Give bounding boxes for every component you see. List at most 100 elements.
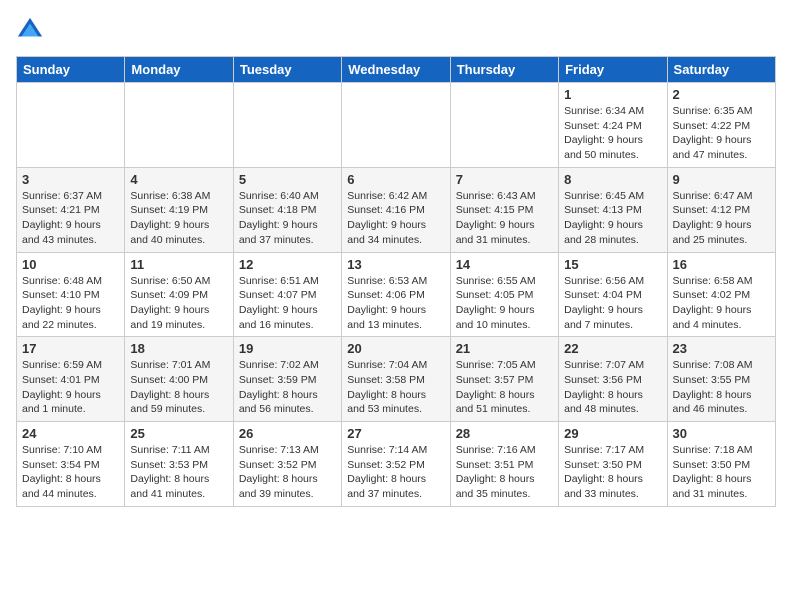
day-info: Sunrise: 6:34 AMSunset: 4:24 PMDaylight:… — [564, 104, 661, 163]
day-info: Sunrise: 6:56 AMSunset: 4:04 PMDaylight:… — [564, 274, 661, 333]
day-cell: 29 Sunrise: 7:17 AMSunset: 3:50 PMDayligh… — [559, 422, 667, 507]
header — [16, 16, 776, 44]
day-cell: 21 Sunrise: 7:05 AMSunset: 3:57 PMDayligh… — [450, 337, 558, 422]
day-number: 13 — [347, 257, 444, 272]
day-number: 22 — [564, 341, 661, 356]
day-cell — [125, 83, 233, 168]
day-info: Sunrise: 6:50 AMSunset: 4:09 PMDaylight:… — [130, 274, 227, 333]
calendar: SundayMondayTuesdayWednesdayThursdayFrid… — [16, 56, 776, 507]
day-cell: 1 Sunrise: 6:34 AMSunset: 4:24 PMDaylight… — [559, 83, 667, 168]
day-info: Sunrise: 6:59 AMSunset: 4:01 PMDaylight:… — [22, 358, 119, 417]
day-cell: 2 Sunrise: 6:35 AMSunset: 4:22 PMDaylight… — [667, 83, 775, 168]
day-info: Sunrise: 6:53 AMSunset: 4:06 PMDaylight:… — [347, 274, 444, 333]
header-tuesday: Tuesday — [233, 57, 341, 83]
day-info: Sunrise: 7:05 AMSunset: 3:57 PMDaylight:… — [456, 358, 553, 417]
day-number: 28 — [456, 426, 553, 441]
day-cell: 16Sunrise: 6:58 AMSunset: 4:02 PMDayligh… — [667, 252, 775, 337]
day-cell: 13 Sunrise: 6:53 AMSunset: 4:06 PMDayligh… — [342, 252, 450, 337]
day-cell: 10 Sunrise: 6:48 AMSunset: 4:10 PMDayligh… — [17, 252, 125, 337]
header-thursday: Thursday — [450, 57, 558, 83]
day-number: 17 — [22, 341, 119, 356]
day-info: Sunrise: 6:40 AMSunset: 4:18 PMDaylight:… — [239, 189, 336, 248]
day-cell: 12 Sunrise: 6:51 AMSunset: 4:07 PMDayligh… — [233, 252, 341, 337]
day-number: 16 — [673, 257, 770, 272]
day-cell: 3Sunrise: 6:37 AMSunset: 4:21 PMDaylight… — [17, 167, 125, 252]
day-cell — [342, 83, 450, 168]
day-info: Sunrise: 6:47 AMSunset: 4:12 PMDaylight:… — [673, 189, 770, 248]
day-cell: 15 Sunrise: 6:56 AMSunset: 4:04 PMDayligh… — [559, 252, 667, 337]
day-number: 1 — [564, 87, 661, 102]
day-number: 2 — [673, 87, 770, 102]
day-number: 21 — [456, 341, 553, 356]
day-info: Sunrise: 6:42 AMSunset: 4:16 PMDaylight:… — [347, 189, 444, 248]
header-friday: Friday — [559, 57, 667, 83]
week-row-2: 10 Sunrise: 6:48 AMSunset: 4:10 PMDayligh… — [17, 252, 776, 337]
week-row-3: 17 Sunrise: 6:59 AMSunset: 4:01 PMDayligh… — [17, 337, 776, 422]
day-cell: 4Sunrise: 6:38 AMSunset: 4:19 PMDaylight… — [125, 167, 233, 252]
day-info: Sunrise: 7:04 AMSunset: 3:58 PMDaylight:… — [347, 358, 444, 417]
day-number: 11 — [130, 257, 227, 272]
day-cell — [233, 83, 341, 168]
day-cell: 17 Sunrise: 6:59 AMSunset: 4:01 PMDayligh… — [17, 337, 125, 422]
day-number: 15 — [564, 257, 661, 272]
day-info: Sunrise: 6:37 AMSunset: 4:21 PMDaylight:… — [22, 189, 119, 248]
day-info: Sunrise: 6:51 AMSunset: 4:07 PMDaylight:… — [239, 274, 336, 333]
day-cell: 23 Sunrise: 7:08 AMSunset: 3:55 PMDayligh… — [667, 337, 775, 422]
day-info: Sunrise: 7:11 AMSunset: 3:53 PMDaylight:… — [130, 443, 227, 502]
day-number: 20 — [347, 341, 444, 356]
day-number: 9 — [673, 172, 770, 187]
day-number: 24 — [22, 426, 119, 441]
logo-icon — [16, 16, 44, 44]
day-cell: 19 Sunrise: 7:02 AMSunset: 3:59 PMDayligh… — [233, 337, 341, 422]
day-number: 4 — [130, 172, 227, 187]
day-number: 30 — [673, 426, 770, 441]
day-info: Sunrise: 7:17 AMSunset: 3:50 PMDaylight:… — [564, 443, 661, 502]
header-sunday: Sunday — [17, 57, 125, 83]
day-number: 8 — [564, 172, 661, 187]
day-info: Sunrise: 6:48 AMSunset: 4:10 PMDaylight:… — [22, 274, 119, 333]
day-info: Sunrise: 6:35 AMSunset: 4:22 PMDaylight:… — [673, 104, 770, 163]
day-info: Sunrise: 6:45 AMSunset: 4:13 PMDaylight:… — [564, 189, 661, 248]
day-info: Sunrise: 7:18 AMSunset: 3:50 PMDaylight:… — [673, 443, 770, 502]
header-saturday: Saturday — [667, 57, 775, 83]
week-row-1: 3Sunrise: 6:37 AMSunset: 4:21 PMDaylight… — [17, 167, 776, 252]
day-cell: 6Sunrise: 6:42 AMSunset: 4:16 PMDaylight… — [342, 167, 450, 252]
day-cell: 30 Sunrise: 7:18 AMSunset: 3:50 PMDayligh… — [667, 422, 775, 507]
day-info: Sunrise: 7:08 AMSunset: 3:55 PMDaylight:… — [673, 358, 770, 417]
calendar-header-row: SundayMondayTuesdayWednesdayThursdayFrid… — [17, 57, 776, 83]
week-row-0: 1 Sunrise: 6:34 AMSunset: 4:24 PMDaylight… — [17, 83, 776, 168]
day-info: Sunrise: 7:02 AMSunset: 3:59 PMDaylight:… — [239, 358, 336, 417]
day-info: Sunrise: 7:01 AMSunset: 4:00 PMDaylight:… — [130, 358, 227, 417]
day-number: 26 — [239, 426, 336, 441]
day-number: 18 — [130, 341, 227, 356]
day-number: 12 — [239, 257, 336, 272]
day-info: Sunrise: 6:55 AMSunset: 4:05 PMDaylight:… — [456, 274, 553, 333]
day-cell: 7Sunrise: 6:43 AMSunset: 4:15 PMDaylight… — [450, 167, 558, 252]
day-cell: 22Sunrise: 7:07 AMSunset: 3:56 PMDayligh… — [559, 337, 667, 422]
day-cell: 25 Sunrise: 7:11 AMSunset: 3:53 PMDayligh… — [125, 422, 233, 507]
day-cell: 27 Sunrise: 7:14 AMSunset: 3:52 PMDayligh… — [342, 422, 450, 507]
day-number: 25 — [130, 426, 227, 441]
day-cell — [450, 83, 558, 168]
day-number: 19 — [239, 341, 336, 356]
day-cell: 5 Sunrise: 6:40 AMSunset: 4:18 PMDaylight… — [233, 167, 341, 252]
day-number: 23 — [673, 341, 770, 356]
day-cell: 14Sunrise: 6:55 AMSunset: 4:05 PMDayligh… — [450, 252, 558, 337]
day-number: 10 — [22, 257, 119, 272]
day-info: Sunrise: 7:13 AMSunset: 3:52 PMDaylight:… — [239, 443, 336, 502]
day-cell: 9 Sunrise: 6:47 AMSunset: 4:12 PMDaylight… — [667, 167, 775, 252]
day-number: 7 — [456, 172, 553, 187]
day-cell: 20 Sunrise: 7:04 AMSunset: 3:58 PMDayligh… — [342, 337, 450, 422]
day-number: 27 — [347, 426, 444, 441]
day-cell: 24Sunrise: 7:10 AMSunset: 3:54 PMDayligh… — [17, 422, 125, 507]
day-cell: 26 Sunrise: 7:13 AMSunset: 3:52 PMDayligh… — [233, 422, 341, 507]
day-cell: 18 Sunrise: 7:01 AMSunset: 4:00 PMDayligh… — [125, 337, 233, 422]
week-row-4: 24Sunrise: 7:10 AMSunset: 3:54 PMDayligh… — [17, 422, 776, 507]
day-number: 29 — [564, 426, 661, 441]
logo — [16, 16, 48, 44]
day-number: 5 — [239, 172, 336, 187]
day-cell — [17, 83, 125, 168]
day-info: Sunrise: 7:14 AMSunset: 3:52 PMDaylight:… — [347, 443, 444, 502]
header-monday: Monday — [125, 57, 233, 83]
day-info: Sunrise: 7:16 AMSunset: 3:51 PMDaylight:… — [456, 443, 553, 502]
